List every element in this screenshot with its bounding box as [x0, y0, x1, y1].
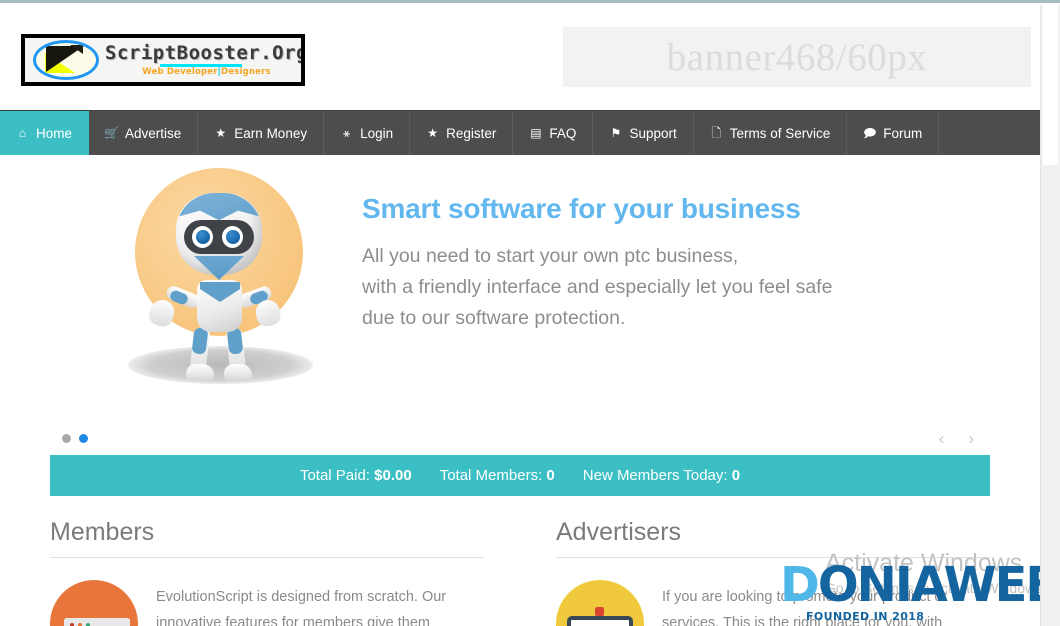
members-column: Members EvolutionScript is designed from…	[50, 518, 484, 626]
nav-label: FAQ	[549, 125, 577, 141]
nav-label: Login	[360, 125, 394, 141]
nav-label: Support	[629, 125, 677, 141]
star-icon: ★	[215, 126, 227, 140]
vertical-scrollbar[interactable]	[1040, 5, 1060, 626]
nav-item-login[interactable]: ⚹ Login	[324, 111, 411, 155]
nav-item-advertise[interactable]: 🛒 Advertise	[89, 111, 199, 155]
slider-dot-2[interactable]	[79, 434, 88, 443]
slider-pagination	[62, 434, 88, 443]
website-canvas: ScriptBooster.Org Web Developer|Designer…	[0, 5, 1040, 626]
nav-item-support[interactable]: ⚑ Support	[593, 111, 694, 155]
browser-window-icon	[50, 580, 138, 626]
user-icon: ⚹	[342, 126, 351, 140]
site-stats-bar: Total Paid: $0.00 Total Members: 0 New M…	[50, 455, 990, 496]
page-root: ScriptBooster.Org Web Developer|Designer…	[0, 0, 1060, 626]
star-icon: ★	[427, 126, 439, 140]
logo-text-block: ScriptBooster.Org Web Developer|Designer…	[105, 41, 305, 77]
robot-mascot-illustration	[128, 168, 313, 413]
nav-item-forum[interactable]: 🗩 Forum	[847, 111, 940, 155]
stat-label: Total Paid:	[299, 467, 370, 484]
slider-next-arrow-icon[interactable]: ›	[968, 430, 974, 447]
comment-icon: 🗩	[863, 126, 877, 140]
slider-dot-1[interactable]	[62, 434, 71, 443]
main-navigation: ⌂ Home 🛒 Advertise ★ Earn Money ⚹ Login …	[0, 110, 1040, 155]
logo-title: ScriptBooster.Org	[105, 41, 305, 64]
stat-value: 0	[546, 467, 555, 484]
info-columns: Members EvolutionScript is designed from…	[0, 496, 1040, 626]
logo-tagline: Web Developer|Designers	[142, 66, 271, 77]
hero-title: Smart software for your business	[362, 193, 801, 224]
nav-label: Register	[446, 125, 497, 141]
advertisers-column-body: If you are looking to promote your produ…	[556, 580, 990, 626]
hero-description-line-2: with a friendly interface and especially…	[362, 276, 833, 298]
advertisers-column-title: Advertisers	[556, 518, 682, 546]
stats-bar-wrapper: Total Paid: $0.00 Total Members: 0 New M…	[0, 455, 1040, 496]
book-icon: ▤	[530, 126, 542, 140]
cart-icon: 🛒	[104, 126, 119, 140]
site-logo[interactable]: ScriptBooster.Org Web Developer|Designer…	[21, 34, 305, 86]
presentation-board-icon	[556, 580, 644, 626]
hero-slide: Smart software for your business All you…	[0, 155, 1040, 455]
scriptbooster-logo-icon	[33, 40, 99, 80]
nav-label: Forum	[883, 125, 923, 141]
advertisers-column-divider	[556, 557, 990, 558]
members-column-title: Members	[50, 518, 155, 546]
slider-prev-arrow-icon[interactable]: ‹	[939, 430, 945, 447]
slider-arrows: ‹ ›	[939, 430, 974, 447]
scrollbar-thumb[interactable]	[1043, 5, 1058, 165]
hero-description: All you need to start your own ptc busin…	[362, 241, 972, 334]
robot-foot-right	[224, 364, 252, 381]
stat-value: $0.00	[374, 467, 412, 484]
site-header: ScriptBooster.Org Web Developer|Designer…	[0, 5, 1040, 110]
nav-label: Earn Money	[234, 125, 308, 141]
logo-underline	[160, 63, 243, 67]
advertisers-column: Advertisers If you are looking to promot…	[556, 518, 990, 626]
home-icon: ⌂	[18, 126, 27, 140]
hero-description-line-1: All you need to start your own ptc busin…	[362, 245, 739, 267]
nav-item-earn-money[interactable]: ★ Earn Money	[198, 111, 325, 155]
robot-ground-shadow	[128, 346, 313, 384]
hero-copy: Smart software for your business All you…	[362, 193, 972, 334]
robot-pupil-right	[226, 230, 240, 244]
nav-label: Advertise	[125, 125, 182, 141]
nav-item-home[interactable]: ⌂ Home	[0, 111, 90, 155]
nav-filler	[939, 111, 1040, 155]
browser-window-card	[64, 618, 130, 626]
banner-placeholder-text: banner468/60px	[666, 35, 928, 79]
advertisers-column-text: If you are looking to promote your produ…	[662, 589, 948, 626]
stat-label: Total Members:	[439, 467, 543, 484]
robot-foot-left	[186, 364, 214, 381]
board-pin	[595, 607, 604, 616]
document-icon: 🗋	[711, 126, 722, 140]
stat-new-members-today: New Members Today: 0	[583, 467, 740, 484]
nav-item-terms-of-service[interactable]: 🗋 Terms of Service	[694, 111, 848, 155]
stat-value: 0	[731, 467, 741, 484]
nav-label: Terms of Service	[729, 125, 831, 141]
hero-description-line-3: due to our software protection.	[362, 307, 626, 329]
hero-slider: Smart software for your business All you…	[0, 155, 1040, 455]
robot-pupil-left	[196, 230, 210, 244]
nav-label: Home	[36, 125, 73, 141]
logo-shape-accent	[70, 45, 83, 54]
banner-placeholder[interactable]: banner468/60px	[563, 27, 1031, 87]
flag-icon: ⚑	[610, 126, 622, 140]
members-column-text: EvolutionScript is designed from scratch…	[156, 589, 447, 626]
members-column-divider	[50, 557, 484, 558]
stat-total-paid: Total Paid: $0.00	[300, 467, 412, 484]
board-frame	[567, 616, 633, 626]
browser-window-titlebar	[64, 618, 130, 626]
nav-item-faq[interactable]: ▤ FAQ	[513, 111, 594, 155]
nav-item-register[interactable]: ★ Register	[410, 111, 514, 155]
stat-label: New Members Today:	[582, 467, 728, 484]
members-column-body: EvolutionScript is designed from scratch…	[50, 580, 484, 626]
stat-total-members: Total Members: 0	[440, 467, 555, 484]
